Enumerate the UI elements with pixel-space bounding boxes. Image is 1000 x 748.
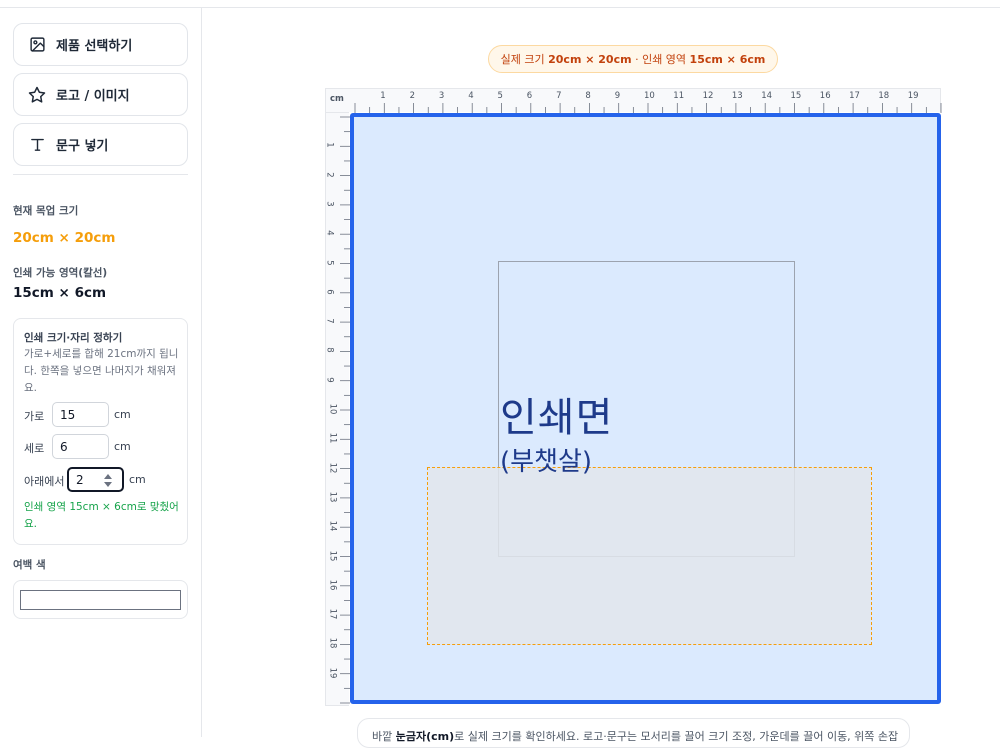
ruler-left-tick-label: 12 [327, 462, 338, 474]
size-pill-mid: · 인쇄 영역 [631, 53, 690, 66]
add-text-button[interactable]: 문구 넣기 [13, 123, 188, 166]
text-icon [28, 136, 46, 154]
ruler-left-tick-label: 11 [327, 432, 338, 444]
ruler-top-tick-label: 6 [526, 91, 533, 101]
width-unit: cm [114, 408, 131, 421]
width-label: 가로 [24, 410, 45, 423]
ruler-left-tick-label: 19 [327, 667, 338, 679]
print-size-panel: 인쇄 크기·자리 정하기 가로+세로를 합해 21cm까지 됩니다. 한쪽을 넣… [13, 318, 188, 545]
bottom-offset-unit: cm [129, 473, 146, 486]
width-input[interactable]: 15 [52, 402, 109, 427]
ruler-left-tick-label: 10 [327, 403, 338, 415]
star-icon [28, 86, 46, 104]
ruler-top-tick-label: 3 [438, 91, 445, 101]
ruler-top-tick-label: 18 [878, 91, 890, 101]
size-pill-prefix: 실제 크기 [500, 53, 549, 66]
ruler-left-tick-label: 2 [324, 171, 335, 178]
height-input[interactable]: 6 [52, 434, 109, 459]
panel-title: 인쇄 크기·자리 정하기 [24, 332, 123, 344]
ruler-left-tick-label: 6 [324, 289, 335, 295]
ruler-top-tick-label: 2 [409, 91, 416, 101]
ruler-top-tick-label: 1 [380, 91, 386, 101]
printable-area-dashed[interactable] [427, 467, 872, 645]
margin-color-label: 여백 색 [13, 559, 46, 571]
mockup-size-label: 현재 목업 크기 [13, 205, 79, 217]
bottom-offset-label: 아래에서 [24, 475, 65, 488]
ruler-left-tick-label: 16 [327, 579, 338, 591]
ruler-top-tick-label: 7 [556, 91, 562, 101]
ruler-left-tick-label: 13 [327, 491, 338, 503]
margin-color-box [13, 580, 188, 619]
ruler-left-tick-label: 3 [324, 201, 335, 207]
ruler-unit-label: cm [330, 94, 344, 104]
height-label: 세로 [24, 442, 45, 455]
ruler-left-tick-label: 18 [327, 637, 338, 649]
ruler-top-tick-label: 5 [497, 91, 503, 101]
height-unit: cm [114, 440, 131, 453]
hint-bar: 바깥 눈금자(cm)로 실제 크기를 확인하세요. 로고·문구는 모서리를 끌어… [357, 718, 910, 748]
logo-image-button[interactable]: 로고 / 이미지 [13, 73, 188, 116]
select-product-button[interactable]: 제품 선택하기 [13, 23, 188, 66]
select-product-label: 제품 선택하기 [56, 39, 133, 54]
ruler-top-tick-label: 8 [585, 91, 591, 101]
print-face-title: 인쇄면 [500, 395, 614, 441]
panel-description: 가로+세로를 합해 21cm까지 됩니다. 한쪽을 넣으면 나머지가 채워져요. [24, 348, 179, 394]
ruler-top-tick-label: 15 [790, 91, 802, 101]
ruler-left-tick-label: 5 [324, 259, 335, 266]
ruler-top-tick-label: 4 [468, 91, 474, 101]
image-icon [28, 36, 46, 54]
ruler-top-tick-label: 12 [702, 91, 714, 101]
ruler-top-tick-label: 9 [614, 91, 621, 101]
ruler-left-tick-label: 8 [324, 347, 335, 354]
ruler-top-tick-label: 16 [819, 91, 831, 101]
ruler-top-tick-label: 13 [731, 91, 743, 101]
ruler-top-tick-label: 17 [849, 91, 860, 101]
ruler-left-tick-label: 15 [327, 550, 338, 561]
ruler-left-tick-label: 14 [327, 520, 338, 532]
printable-area-label: 인쇄 가능 영역(칼선) [13, 267, 108, 279]
ruler-top-tick-label: 10 [644, 91, 655, 101]
ruler-left-tick-label: 4 [324, 230, 335, 236]
print-face-subtitle: (부챗살) [500, 447, 593, 477]
size-pill-area: 15cm × 6cm [689, 52, 766, 66]
ruler-left-tick-label: 7 [324, 318, 335, 324]
add-text-label: 문구 넣기 [56, 139, 109, 154]
bottom-offset-value: 2 [76, 472, 84, 487]
stepper-icon[interactable] [104, 474, 112, 487]
margin-color-input[interactable] [20, 590, 181, 610]
ruler-top-tick-label: 19 [907, 91, 919, 101]
ruler-left-tick-label: 9 [324, 376, 335, 383]
mockup-size-value: 20cm × 20cm [13, 230, 116, 246]
size-pill-real: 20cm × 20cm [548, 52, 632, 66]
size-info-pill: 실제 크기 20cm × 20cm · 인쇄 영역 15cm × 6cm [488, 45, 778, 73]
bottom-offset-input[interactable]: 2 [67, 467, 124, 492]
sidebar-divider [13, 174, 188, 175]
logo-image-label: 로고 / 이미지 [56, 89, 130, 104]
fit-success-message: 인쇄 영역 15cm × 6cm로 맞췄어요. [24, 501, 179, 530]
printable-area-value: 15cm × 6cm [13, 285, 107, 301]
ruler-left-tick-label: 1 [324, 142, 335, 149]
ruler-left-tick-label: 17 [327, 608, 338, 620]
ruler-top-tick-label: 11 [673, 91, 685, 101]
ruler-top-tick-label: 14 [761, 91, 773, 101]
